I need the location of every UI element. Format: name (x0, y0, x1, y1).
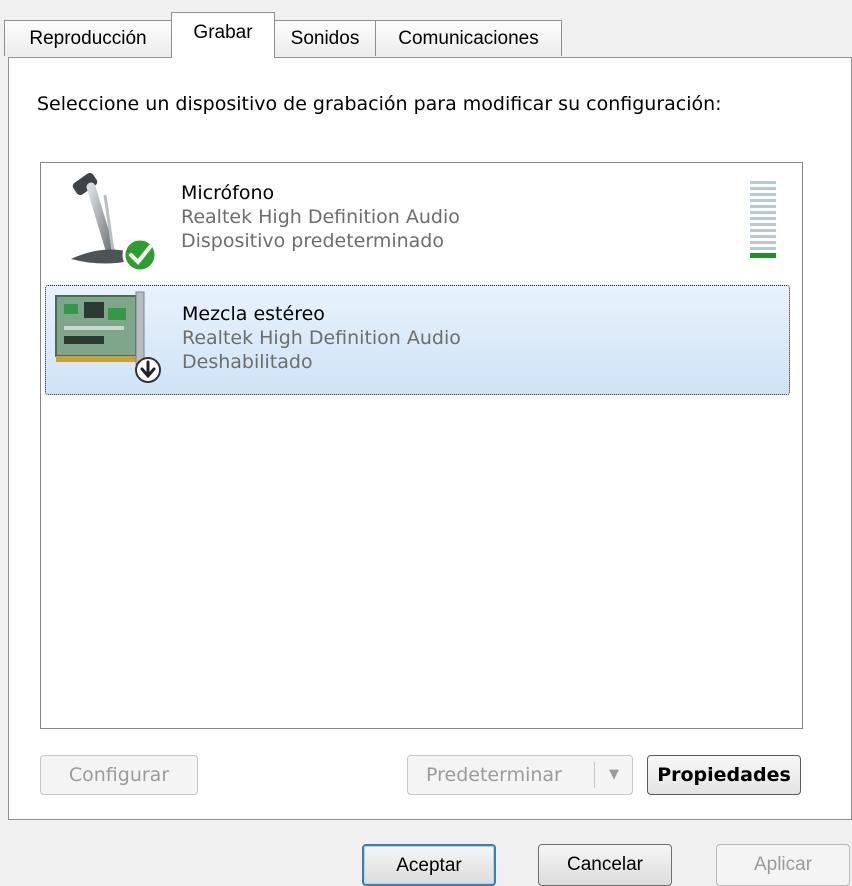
microphone-icon (47, 165, 177, 275)
tab-sonidos[interactable]: Sonidos (274, 20, 376, 56)
tab-reproduccion[interactable]: Reproducción (4, 20, 172, 56)
set-default-button-label: Predeterminar (426, 764, 562, 786)
instruction-text: Seleccione un dispositivo de grabación p… (37, 93, 722, 115)
device-name: Micrófono (181, 182, 275, 204)
cancel-button[interactable]: Cancelar (538, 844, 672, 886)
split-divider (594, 762, 595, 788)
chevron-down-icon[interactable]: ▼ (604, 756, 624, 794)
ok-button[interactable]: Aceptar (362, 844, 496, 886)
set-default-split-button[interactable]: Predeterminar ▼ (407, 755, 633, 795)
device-text: Mezcla estéreo Realtek High Definition A… (182, 302, 461, 374)
recording-panel: Seleccione un dispositivo de grabación p… (8, 57, 852, 820)
device-item-mezcla-estereo[interactable]: Mezcla estéreo Realtek High Definition A… (45, 285, 790, 395)
device-driver: Realtek High Definition Audio (181, 206, 460, 228)
tab-grabar[interactable]: Grabar (171, 12, 275, 58)
device-driver: Realtek High Definition Audio (182, 327, 461, 349)
device-status: Deshabilitado (182, 351, 313, 373)
tab-bar: Reproducción Grabar Sonidos Comunicacion… (0, 0, 852, 60)
properties-button[interactable]: Propiedades (647, 755, 801, 795)
tab-comunicaciones[interactable]: Comunicaciones (375, 20, 562, 56)
apply-button[interactable]: Aplicar (716, 844, 850, 886)
device-item-microfono[interactable]: Micrófono Realtek High Definition Audio … (45, 165, 790, 275)
checkmark-icon (122, 237, 158, 273)
device-text: Micrófono Realtek High Definition Audio … (181, 181, 460, 253)
device-name: Mezcla estéreo (182, 303, 325, 325)
disabled-arrow-icon (135, 357, 161, 383)
configure-button[interactable]: Configurar (40, 755, 198, 795)
level-meter (750, 181, 776, 261)
device-status: Dispositivo predeterminado (181, 230, 444, 252)
sound-card-icon (48, 286, 178, 396)
device-list[interactable]: Micrófono Realtek High Definition Audio … (40, 162, 803, 729)
